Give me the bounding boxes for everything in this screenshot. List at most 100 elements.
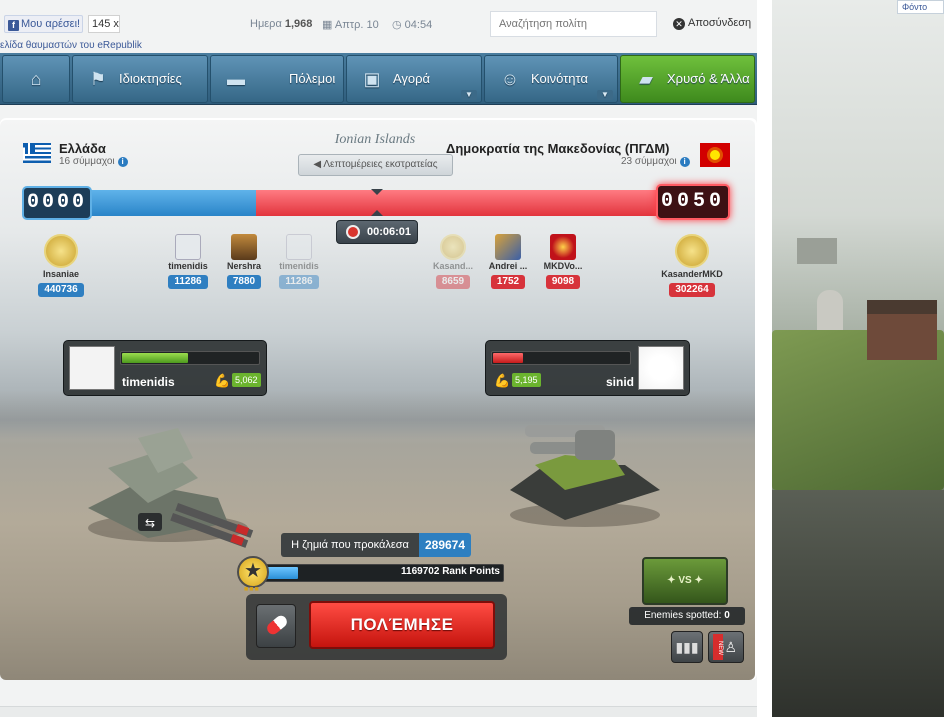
background-link[interactable]: Φόντο (897, 0, 944, 14)
farmhouse (867, 300, 937, 360)
day-label: Ημερα (250, 18, 282, 30)
heal-button[interactable] (256, 604, 296, 648)
menu-market-label: Αγορά (393, 71, 431, 86)
rank-dots: ■■■ (244, 586, 260, 593)
menu-community-label: Κοινότητα (531, 71, 589, 86)
fight-button[interactable]: ΠΟΛΈΜΗΣΕ (309, 601, 495, 649)
right-score: 0050 (656, 184, 730, 220)
chevron-down-icon[interactable]: ▼ (597, 90, 613, 100)
gold-icon: ▰ (639, 69, 653, 89)
player-health-fill (122, 353, 189, 363)
battle-timer: 00:06:01 (336, 220, 418, 244)
logout-icon: ✕ (673, 18, 685, 30)
damage-value: 289674 (419, 533, 471, 557)
time-label: 04:54 (404, 19, 433, 31)
soldier-icon: ♙ (724, 639, 737, 655)
enemy-tank (510, 425, 660, 527)
enemies-spotted-label: Enemies spotted: (644, 610, 722, 621)
left-allies[interactable]: 16 σύμμαχοι i (59, 156, 128, 167)
menu-market[interactable]: ▣ Αγορά ▼ (346, 55, 482, 103)
calendar-icon: ▦ (322, 19, 333, 31)
fighter-name: MKDVo... (543, 261, 583, 271)
logout-link[interactable]: ✕ Αποσύνδεση (673, 17, 751, 30)
player-tank: ⇆ (88, 428, 254, 548)
strength-icon: 💪 (214, 373, 231, 388)
macedonia-flag (700, 143, 730, 167)
home-icon: ⌂ (30, 69, 42, 89)
bar-chart-icon: ▮▮▮ (675, 639, 699, 655)
info-icon[interactable]: i (117, 157, 128, 167)
svg-text:⇆: ⇆ (145, 516, 155, 530)
left-fighter[interactable]: timenidis 11286 (264, 234, 334, 289)
close-icon[interactable]: x (113, 18, 119, 30)
right-allies-label: 23 σύμμαχοι (621, 156, 677, 167)
fighter-avatar (286, 234, 312, 260)
right-country-name[interactable]: Δημοκρατία της Μακεδονίας (ΠΓΔΜ) (446, 141, 669, 156)
campaign-details-label: Λεπτομέρειες εκστρατείας (323, 159, 438, 170)
greece-flag (23, 143, 51, 163)
right-allies[interactable]: 23 σύμμαχοι i (621, 156, 690, 167)
bar-marker-bottom (371, 210, 383, 216)
new-badge: NEW (713, 634, 723, 660)
enemy-name[interactable]: sinid (606, 375, 634, 389)
fighter-avatar (175, 234, 201, 260)
background-landscape (757, 0, 944, 717)
fighter-damage: 440736 (38, 283, 84, 297)
like-count-value: 145 (92, 18, 111, 30)
fan-page-link[interactable]: ελίδα θαυμαστών του eRepublik (0, 40, 142, 51)
bag-icon: ▣ (363, 69, 381, 89)
facebook-like-button[interactable]: f Μου αρέσει! (4, 15, 83, 33)
menu-properties[interactable]: ⚑ Ιδιοκτησίες (72, 55, 208, 103)
left-top-fighter[interactable]: Insaniae 440736 (26, 234, 96, 297)
player-avatar[interactable] (69, 346, 115, 390)
fighter-damage: 7880 (226, 275, 262, 289)
bar-marker-top (371, 189, 383, 195)
enemy-avatar[interactable] (638, 346, 684, 390)
enemies-spotted: Enemies spotted: 0 (629, 607, 745, 625)
page-footer-strip (0, 706, 757, 717)
right-fighter[interactable]: MKDVo... 9098 (528, 234, 598, 289)
page-edge (757, 0, 772, 717)
fighter-name: KasanderMKD (661, 269, 723, 279)
menu-properties-label: Ιδιοκτησίες (119, 71, 182, 86)
menu-gold[interactable]: ▰ Χρυσό & Άλλα (620, 55, 755, 103)
left-country-name[interactable]: Ελλάδα (59, 141, 106, 156)
flag-icon: ⚑ (89, 69, 107, 89)
fighter-damage: 302264 (669, 283, 715, 297)
search-citizen-input[interactable] (490, 11, 657, 37)
battle-stats-button[interactable]: ▮▮▮ (671, 631, 703, 663)
fighter-damage: 8659 (435, 275, 471, 289)
fighter-avatar (44, 234, 78, 268)
fighter-damage: 1752 (490, 275, 526, 289)
strength-icon: 💪 (494, 373, 511, 388)
player-card-right: 💪 5,195 sinid (485, 340, 690, 396)
left-score: 0000 (22, 186, 92, 220)
right-top-fighter[interactable]: KasanderMKD 302264 (657, 234, 727, 297)
player-name[interactable]: timenidis (122, 375, 175, 389)
enemy-health-fill (493, 353, 524, 363)
enemy-health-bar (491, 351, 631, 365)
campaign-details-button[interactable]: ◀ Λεπτομέρειες εκστρατείας (298, 154, 453, 176)
rank-star-icon[interactable]: ★ (237, 556, 269, 588)
barn (797, 238, 837, 264)
facebook-icon: f (8, 20, 19, 31)
chevron-down-icon[interactable]: ▼ (461, 90, 477, 100)
fighter-name: Insaniae (42, 269, 80, 279)
clock-icon (346, 225, 360, 239)
fighter-damage: 11286 (279, 275, 319, 289)
menu-wars[interactable]: ▬ Πόλεμοι (210, 55, 344, 103)
player-card-left: timenidis 💪 5,062 (63, 340, 267, 396)
menu-community[interactable]: ☺ Κοινότητα ▼ (484, 55, 618, 103)
new-feature-button[interactable]: NEW ♙ (708, 631, 744, 663)
menu-home[interactable]: ⌂ (2, 55, 70, 103)
battle-timer-value: 00:06:01 (367, 226, 412, 238)
background-link-label: Φόντο (902, 2, 928, 12)
fighter-name: timenidis (279, 261, 319, 271)
info-icon[interactable]: i (679, 157, 690, 167)
date-label: Απτρ. 10 (334, 19, 379, 31)
soldiers-icon: ✦ (691, 575, 703, 586)
time-info: ◷ 04:54 (392, 18, 432, 31)
versus-button[interactable]: ✦ VS ✦ (642, 557, 728, 605)
people-icon: ☺ (500, 69, 520, 89)
left-allies-label: 16 σύμμαχοι (59, 156, 115, 167)
